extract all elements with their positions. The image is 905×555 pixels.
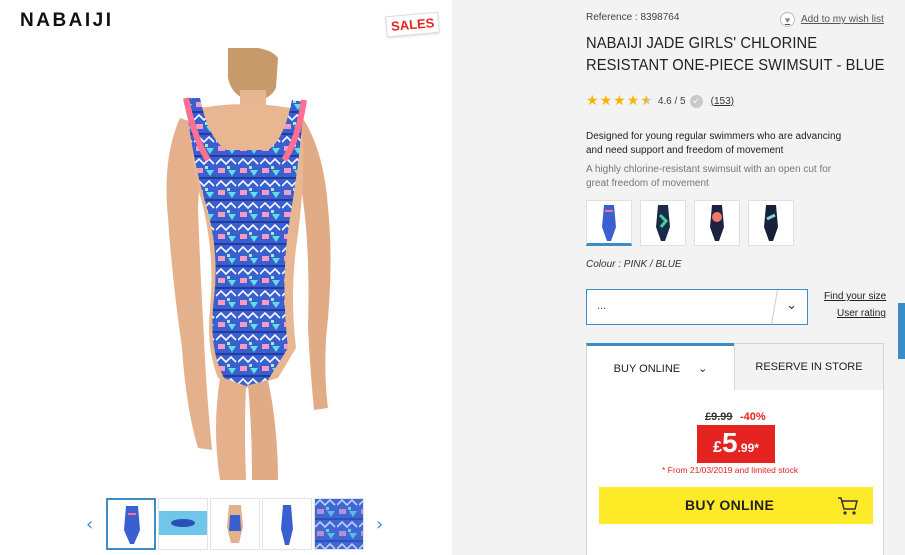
find-your-size-link[interactable]: Find your size (824, 291, 886, 302)
tab-reserve-in-store[interactable]: RESERVE IN STORE (734, 343, 884, 391)
verified-check-icon: ✓ (689, 94, 703, 108)
thumbnail-side[interactable] (262, 498, 312, 550)
wishlist-link[interactable]: ♥ Add to my wish list (780, 12, 884, 27)
star-icon: ★ (613, 93, 626, 109)
thumbnail-front[interactable] (106, 498, 156, 550)
select-divider (771, 290, 778, 324)
buy-box: £9.99 -40% £ 5 .99* * From 21/03/2019 an… (586, 390, 884, 555)
star-icon: ★ (586, 93, 599, 109)
buy-online-button-label: BUY ONLINE (685, 497, 775, 513)
current-price: £ 5 .99* (697, 425, 775, 463)
swatch-navy-coral[interactable] (694, 200, 740, 246)
product-gallery: NABAIJI SALES ‹ › (0, 0, 452, 555)
chevron-right-icon[interactable]: › (376, 514, 383, 535)
rating-row: ★ ★ ★ ★ ★ 4.6 / 5 ✓ (153) (586, 94, 734, 108)
thumbnail-strip: ‹ › (82, 498, 392, 552)
colour-swatches (586, 200, 794, 246)
price-integer: 5 (721, 427, 738, 458)
buy-online-button[interactable]: BUY ONLINE (599, 487, 873, 524)
product-title: NABAIJI JADE GIRLS' CHLORINE RESISTANT O… (586, 33, 885, 77)
price-decimals: .99* (737, 441, 759, 455)
product-subdescription: A highly chlorine-resistant swimsuit wit… (586, 164, 832, 189)
reference-number: Reference : 8398764 (586, 12, 680, 23)
tab-buy-online-label: BUY ONLINE (613, 362, 681, 375)
user-rating-link[interactable]: User rating (837, 308, 886, 319)
chevron-down-icon: ⌄ (698, 362, 708, 375)
size-select-value: ... (597, 300, 607, 312)
thumbnail-swimming[interactable] (158, 498, 208, 550)
chevron-left-icon[interactable]: ‹ (86, 514, 93, 535)
tab-buy-online[interactable]: BUY ONLINE ⌄ (586, 343, 735, 391)
size-select[interactable]: ... ⌄ (586, 289, 808, 325)
wishlist-label: Add to my wish list (801, 14, 884, 25)
swatch-navy-aqua[interactable] (748, 200, 794, 246)
discount-percent: -40% (740, 411, 766, 423)
star-half-icon: ★ (640, 93, 653, 109)
tab-reserve-label: RESERVE IN STORE (755, 361, 863, 373)
thumbnail-fabric[interactable] (314, 498, 364, 550)
rating-score: 4.6 / 5 (657, 95, 686, 107)
cart-icon (838, 497, 858, 515)
old-price: £9.99 (705, 411, 733, 423)
price-footnote: * From 21/03/2019 and limited stock (662, 465, 799, 475)
reviews-count-link[interactable]: (153) (711, 96, 734, 107)
heart-icon: ♥ (780, 12, 795, 27)
price-currency: £ (713, 439, 722, 456)
product-description: Designed for young regular swimmers who … (586, 131, 842, 156)
product-info-panel: Reference : 8398764 ♥ Add to my wish lis… (452, 0, 905, 555)
side-feedback-tab[interactable] (898, 303, 905, 359)
brand-logo[interactable]: NABAIJI (20, 10, 114, 32)
swatch-navy-green[interactable] (640, 200, 686, 246)
star-icon: ★ (626, 93, 640, 109)
main-product-image[interactable] (128, 48, 358, 480)
selected-colour-label: Colour : PINK / BLUE (586, 259, 682, 270)
sales-badge: SALES (385, 11, 441, 38)
rating-stars: ★ ★ ★ ★ ★ (586, 94, 653, 108)
thumbnail-back[interactable] (210, 498, 260, 550)
product-title-line1: NABAIJI JADE GIRLS' CHLORINE (586, 35, 818, 52)
swatch-pink-blue[interactable] (586, 200, 632, 246)
purchase-tabs: BUY ONLINE ⌄ RESERVE IN STORE (586, 343, 884, 391)
product-title-line2: RESISTANT ONE-PIECE SWIMSUIT - BLUE (586, 57, 885, 74)
chevron-down-icon: ⌄ (786, 298, 797, 313)
star-icon: ★ (599, 93, 613, 109)
